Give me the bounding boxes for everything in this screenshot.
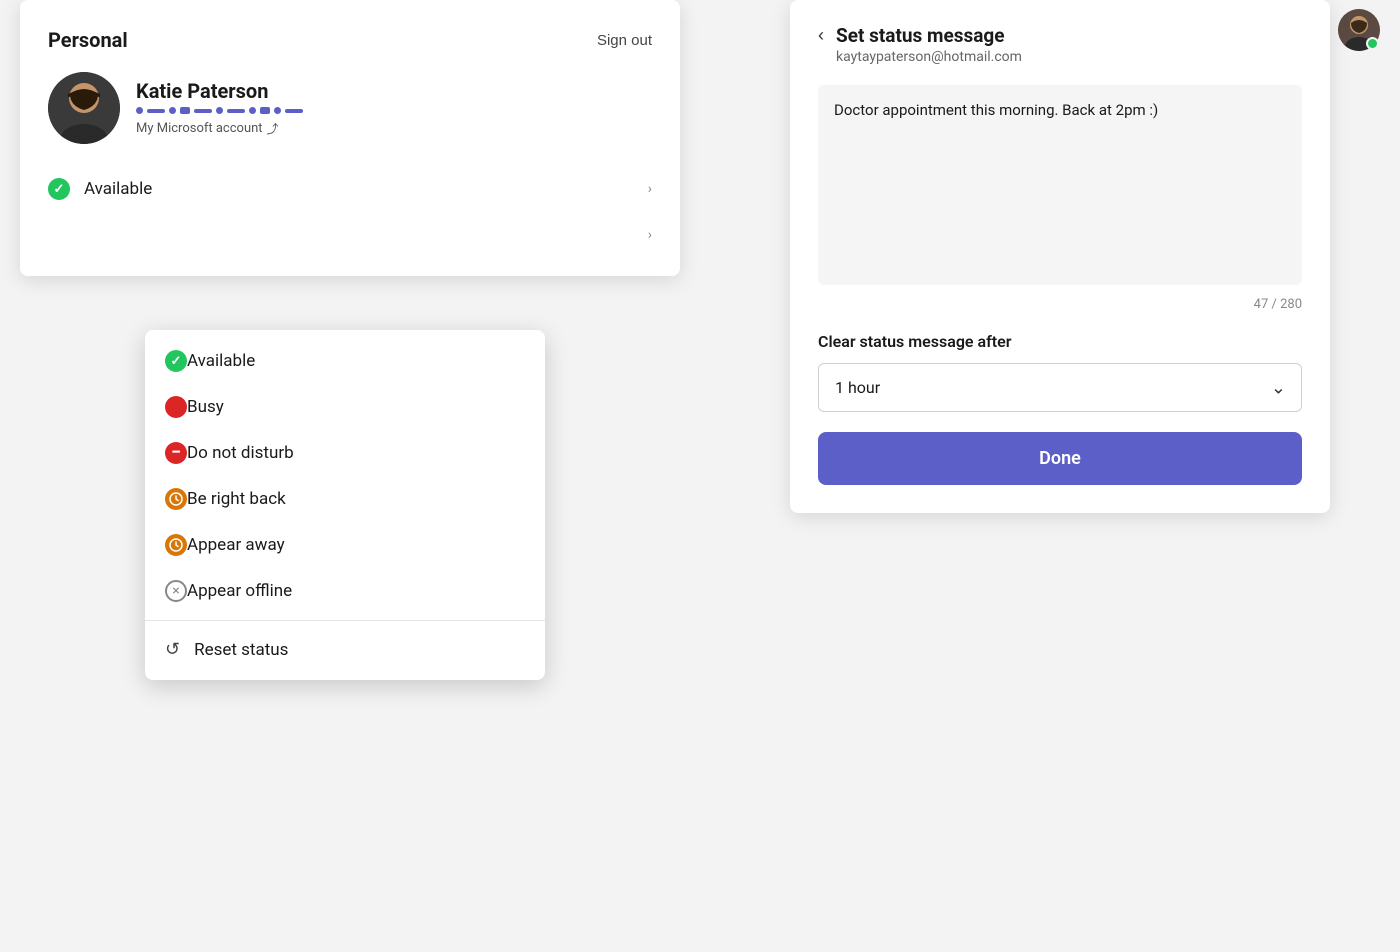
current-status-row[interactable]: Available ›	[48, 168, 652, 210]
clear-label: Clear status message after	[818, 332, 1302, 351]
char-count: 47 / 280	[818, 297, 1302, 312]
status-option-offline[interactable]: Appear offline	[145, 568, 545, 614]
panel-title: Personal	[48, 28, 128, 52]
available-icon	[165, 350, 187, 372]
current-status-label: Available	[84, 179, 648, 199]
busy-icon	[165, 396, 187, 418]
available-status-icon	[48, 178, 70, 200]
dnd-label: Do not disturb	[187, 443, 294, 463]
user-info-section: Katie Paterson My Microsoft account ⤴	[48, 72, 652, 144]
user-status-indicator	[136, 107, 652, 114]
duration-selector-wrapper: Never 30 minutes 1 hour 2 hours Today Th…	[818, 363, 1302, 412]
account-label: My Microsoft account	[136, 121, 263, 136]
offline-label: Appear offline	[187, 581, 292, 601]
status-dropdown: Available Busy Do not disturb Be right b…	[145, 330, 545, 680]
status-option-busy[interactable]: Busy	[145, 384, 545, 430]
offline-icon	[165, 580, 187, 602]
panel-header: Personal Sign out	[48, 28, 652, 52]
status-option-dnd[interactable]: Do not disturb	[145, 430, 545, 476]
user-avatar	[48, 72, 120, 144]
status-option-available[interactable]: Available	[145, 338, 545, 384]
personal-panel: Personal Sign out Katie Paterson	[20, 0, 680, 276]
external-link-icon: ⤴	[267, 120, 279, 137]
account-link[interactable]: My Microsoft account ⤴	[136, 120, 652, 137]
back-button[interactable]: ‹	[818, 24, 824, 46]
status-submenu-chevron: ›	[648, 227, 652, 243]
dnd-icon	[165, 442, 187, 464]
panel-navigation: ‹ Set status message kaytaypaterson@hotm…	[818, 24, 1302, 65]
status-message-textarea[interactable]	[818, 85, 1302, 285]
reset-status-item[interactable]: ↺ Reset status	[145, 627, 545, 672]
set-status-message-panel: ‹ Set status message kaytaypaterson@hotm…	[790, 0, 1330, 513]
user-avatar-topbar[interactable]	[1338, 9, 1380, 51]
appear-away-label: Appear away	[187, 535, 285, 555]
panel-nav-content: Set status message kaytaypaterson@hotmai…	[836, 24, 1302, 65]
sign-out-button[interactable]: Sign out	[597, 32, 652, 49]
user-details: Katie Paterson My Microsoft account ⤴	[136, 79, 652, 137]
duration-select[interactable]: Never 30 minutes 1 hour 2 hours Today Th…	[818, 363, 1302, 412]
done-button[interactable]: Done	[818, 432, 1302, 485]
available-label: Available	[187, 351, 255, 371]
online-badge	[1366, 37, 1379, 50]
status-option-brb[interactable]: Be right back	[145, 476, 545, 522]
busy-label: Busy	[187, 397, 224, 417]
status-submenu-row[interactable]: ›	[48, 214, 652, 256]
dropdown-divider	[145, 620, 545, 621]
appear-away-icon	[165, 534, 187, 556]
brb-label: Be right back	[187, 489, 286, 509]
status-option-appear-away[interactable]: Appear away	[145, 522, 545, 568]
reset-label: Reset status	[194, 640, 288, 660]
user-name: Katie Paterson	[136, 79, 652, 103]
panel-nav-email: kaytaypaterson@hotmail.com	[836, 49, 1302, 65]
status-chevron-icon: ›	[648, 181, 652, 197]
reset-icon: ↺	[165, 639, 180, 660]
panel-nav-title: Set status message	[836, 24, 1302, 47]
brb-icon	[165, 488, 187, 510]
